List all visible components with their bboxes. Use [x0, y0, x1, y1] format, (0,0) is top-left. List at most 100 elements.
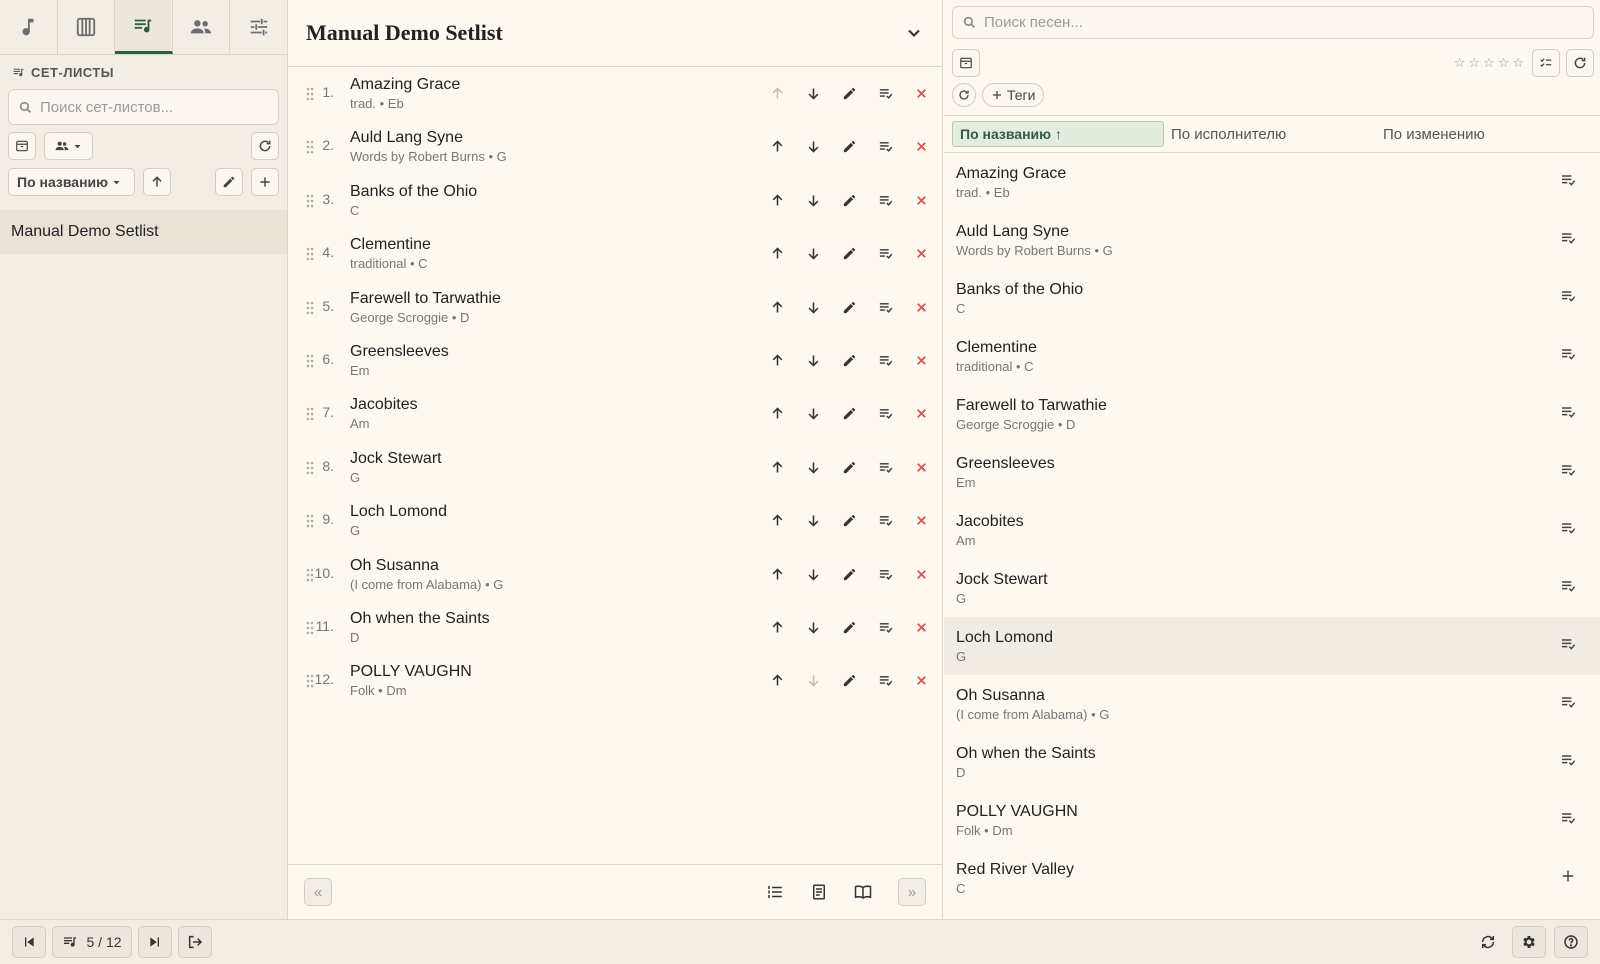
- playlist-check-icon[interactable]: [1560, 404, 1578, 422]
- sort-by-modified[interactable]: По изменению: [1376, 121, 1588, 147]
- remove-x-icon[interactable]: [909, 508, 934, 533]
- library-song-row[interactable]: POLLY VAUGHN Folk • Dm: [944, 791, 1600, 849]
- select-mode-button[interactable]: [1532, 49, 1560, 77]
- edit-pencil-icon[interactable]: [837, 81, 862, 106]
- library-song-row[interactable]: Jacobites Am: [944, 501, 1600, 559]
- star-icon[interactable]: ☆: [1468, 55, 1480, 71]
- move-up-icon[interactable]: [765, 241, 790, 266]
- help-button[interactable]: [1554, 926, 1588, 958]
- next-song-button[interactable]: [138, 926, 172, 958]
- setlist-song-row[interactable]: 8. Jock Stewart G: [288, 441, 942, 494]
- remove-x-icon[interactable]: [909, 562, 934, 587]
- edit-pencil-icon[interactable]: [837, 615, 862, 640]
- move-up-icon[interactable]: [765, 615, 790, 640]
- setlist-song-row[interactable]: 5. Farewell to Tarwathie George Scroggie…: [288, 281, 942, 334]
- playlist-check-icon[interactable]: [1560, 230, 1578, 248]
- move-down-icon[interactable]: [801, 508, 826, 533]
- add-to-setlist-icon[interactable]: [1560, 868, 1578, 886]
- tab-people[interactable]: [173, 0, 231, 54]
- move-up-icon[interactable]: [765, 134, 790, 159]
- playlist-check-icon[interactable]: [873, 295, 898, 320]
- remove-x-icon[interactable]: [909, 348, 934, 373]
- setlist-song-row[interactable]: 2. Auld Lang Syne Words by Robert Burns …: [288, 120, 942, 173]
- star-icon[interactable]: ☆: [1498, 55, 1510, 71]
- sort-direction-button[interactable]: [143, 168, 171, 196]
- move-up-icon[interactable]: [765, 188, 790, 213]
- archive-filter-button[interactable]: [952, 49, 980, 77]
- edit-setlist-button[interactable]: [215, 168, 243, 196]
- playlist-check-icon[interactable]: [1560, 636, 1578, 654]
- remove-x-icon[interactable]: [909, 295, 934, 320]
- tab-setlists[interactable]: [115, 0, 173, 54]
- playlist-check-icon[interactable]: [873, 188, 898, 213]
- move-down-icon[interactable]: [801, 668, 826, 693]
- rating-filter[interactable]: ☆ ☆ ☆ ☆ ☆: [1454, 55, 1524, 71]
- setlist-song-row[interactable]: 4. Clementine traditional • C: [288, 227, 942, 280]
- move-down-icon[interactable]: [801, 615, 826, 640]
- remove-x-icon[interactable]: [909, 188, 934, 213]
- star-icon[interactable]: ☆: [1483, 55, 1495, 71]
- refresh-setlists-button[interactable]: [251, 132, 279, 160]
- book-open-icon[interactable]: [854, 883, 872, 901]
- archive-filter-button[interactable]: [8, 132, 36, 160]
- setlist-song-row[interactable]: 1. Amazing Grace trad. • Eb: [288, 67, 942, 120]
- setlist-song-row[interactable]: 9. Loch Lomond G: [288, 494, 942, 547]
- playlist-check-icon[interactable]: [873, 401, 898, 426]
- playlist-check-icon[interactable]: [1560, 694, 1578, 712]
- star-icon[interactable]: ☆: [1454, 55, 1466, 71]
- setlist-song-row[interactable]: 11. Oh when the Saints D: [288, 601, 942, 654]
- library-song-row[interactable]: Banks of the Ohio C: [944, 269, 1600, 327]
- library-song-row[interactable]: Greensleeves Em: [944, 443, 1600, 501]
- playlist-check-icon[interactable]: [873, 134, 898, 159]
- edit-pencil-icon[interactable]: [837, 134, 862, 159]
- previous-song-button[interactable]: [12, 926, 46, 958]
- library-song-row[interactable]: Oh when the Saints D: [944, 733, 1600, 791]
- chevron-down-icon[interactable]: [904, 23, 924, 43]
- move-down-icon[interactable]: [801, 455, 826, 480]
- song-search[interactable]: [952, 6, 1594, 39]
- add-tag-button[interactable]: Теги: [982, 83, 1045, 107]
- library-song-row[interactable]: Jock Stewart G: [944, 559, 1600, 617]
- add-setlist-button[interactable]: [251, 168, 279, 196]
- remove-x-icon[interactable]: [909, 455, 934, 480]
- tab-songs[interactable]: [0, 0, 58, 54]
- move-up-icon[interactable]: [765, 508, 790, 533]
- sync-button[interactable]: [1472, 926, 1504, 958]
- move-up-icon[interactable]: [765, 668, 790, 693]
- song-search-input[interactable]: [984, 14, 1583, 31]
- edit-pencil-icon[interactable]: [837, 455, 862, 480]
- setlist-song-row[interactable]: 7. Jacobites Am: [288, 387, 942, 440]
- remove-x-icon[interactable]: [909, 401, 934, 426]
- owner-filter-dropdown[interactable]: [44, 132, 93, 160]
- setlist-search[interactable]: [8, 89, 279, 125]
- playlist-check-icon[interactable]: [1560, 810, 1578, 828]
- refresh-library-button[interactable]: [1566, 49, 1594, 77]
- library-song-row[interactable]: Loch Lomond G: [944, 617, 1600, 675]
- playlist-check-icon[interactable]: [873, 241, 898, 266]
- collapse-left-button[interactable]: «: [304, 878, 332, 906]
- edit-pencil-icon[interactable]: [837, 295, 862, 320]
- move-down-icon[interactable]: [801, 134, 826, 159]
- move-down-icon[interactable]: [801, 188, 826, 213]
- remove-x-icon[interactable]: [909, 81, 934, 106]
- playlist-check-icon[interactable]: [1560, 462, 1578, 480]
- setlist-song-row[interactable]: 10. Oh Susanna (I come from Alabama) • G: [288, 548, 942, 601]
- library-song-row[interactable]: Shall be Coming Round the Mountain: [944, 907, 1600, 919]
- move-up-icon[interactable]: [765, 348, 790, 373]
- setlist-item[interactable]: Manual Demo Setlist: [0, 210, 287, 254]
- tab-piano[interactable]: [58, 0, 116, 54]
- edit-pencil-icon[interactable]: [837, 668, 862, 693]
- setlist-song-row[interactable]: 12. POLLY VAUGHN Folk • Dm: [288, 654, 942, 707]
- edit-pencil-icon[interactable]: [837, 241, 862, 266]
- move-up-icon[interactable]: [765, 81, 790, 106]
- remove-x-icon[interactable]: [909, 668, 934, 693]
- edit-pencil-icon[interactable]: [837, 508, 862, 533]
- move-down-icon[interactable]: [801, 295, 826, 320]
- edit-pencil-icon[interactable]: [837, 562, 862, 587]
- playlist-check-icon[interactable]: [873, 615, 898, 640]
- setlist-search-input[interactable]: [40, 98, 268, 116]
- playlist-check-icon[interactable]: [873, 348, 898, 373]
- playlist-check-icon[interactable]: [873, 668, 898, 693]
- edit-pencil-icon[interactable]: [837, 401, 862, 426]
- sort-by-artist[interactable]: По исполнителю: [1164, 121, 1376, 147]
